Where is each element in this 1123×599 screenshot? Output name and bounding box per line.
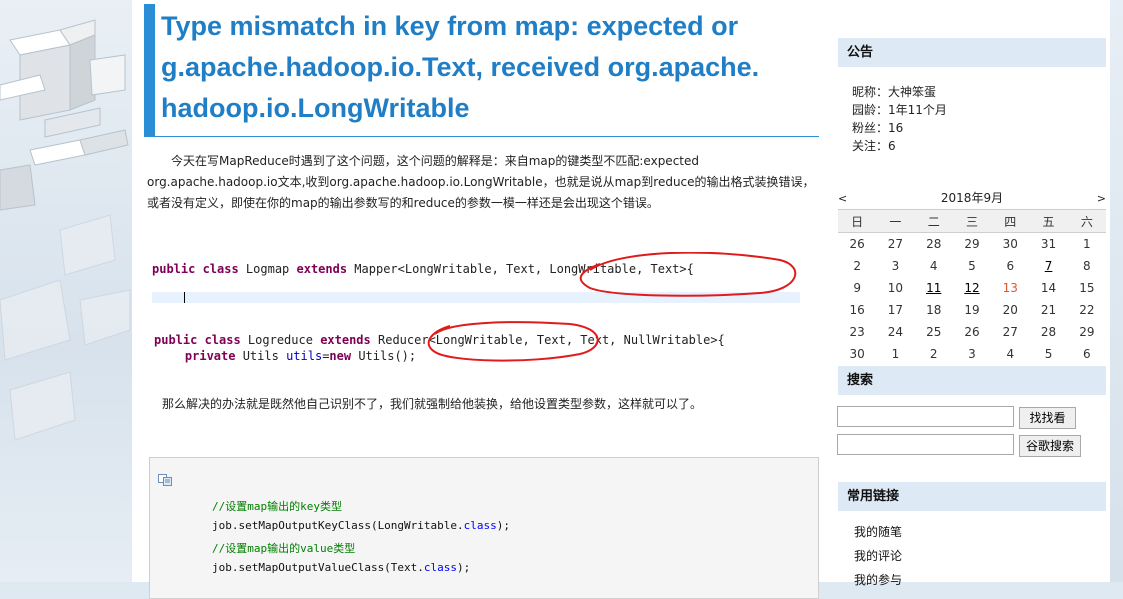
nickname-text[interactable]: 昵称：大神笨蛋 bbox=[852, 85, 936, 99]
calendar-weekday: 一 bbox=[876, 209, 915, 233]
calendar-day: 26 bbox=[849, 237, 865, 251]
profile-nickname: 昵称：大神笨蛋 bbox=[852, 83, 936, 101]
calendar-week-row: 9 10 11 12 13 14 15 bbox=[838, 277, 1106, 299]
calendar-day: 3 bbox=[968, 347, 976, 361]
code-block: //设置map输出的key类型 job.setMapOutputKeyClass… bbox=[149, 457, 819, 599]
link-my-comments[interactable]: 我的评论 bbox=[854, 547, 902, 564]
calendar-day: 9 bbox=[853, 281, 861, 295]
calendar-week-row: 23 24 25 26 27 28 29 bbox=[838, 321, 1106, 343]
calendar-today: 13 bbox=[1002, 281, 1018, 295]
post-paragraph-1: 今天在写MapReduce时遇到了这个问题，这个问题的解释是：来自map的键类型… bbox=[147, 154, 815, 210]
calendar-grid: 日一二三四五六 26 27 28 29 30 31 1 2 3 4 5 6 7 8 9 10 11 12 13 14 1… bbox=[838, 209, 1106, 365]
profile-age: 园龄：1年11个月 bbox=[852, 103, 947, 117]
search-heading: 搜索 bbox=[838, 366, 1106, 395]
post-title-link[interactable]: Type mismatch in key from map: expected … bbox=[161, 6, 761, 129]
calendar-day: 17 bbox=[887, 303, 904, 317]
google-search-button[interactable]: 谷歌搜索 bbox=[1019, 435, 1081, 457]
calendar-day: 30 bbox=[849, 347, 865, 361]
link-my-participation[interactable]: 我的参与 bbox=[854, 571, 902, 588]
calendar-weekday: 六 bbox=[1067, 209, 1106, 233]
calendar-day: 1 bbox=[1083, 237, 1091, 251]
calendar-day: 5 bbox=[968, 259, 976, 273]
calendar-weekday: 五 bbox=[1029, 209, 1068, 233]
notice-heading: 公告 bbox=[838, 38, 1106, 67]
calendar-day: 1 bbox=[891, 347, 900, 361]
code-line-1: job.setMapOutputKeyClass(LongWritable.cl… bbox=[212, 519, 511, 532]
calendar-day-link[interactable]: 11 bbox=[915, 277, 953, 299]
calendar-weekday: 日 bbox=[838, 209, 877, 233]
post-content: Type mismatch in key from map: expected … bbox=[132, 0, 832, 599]
calendar-week-row: 26 27 28 29 30 31 1 bbox=[838, 233, 1106, 256]
calendar-day: 22 bbox=[1079, 303, 1095, 317]
code-screenshot-image: public class Logmap extends Mapper<LongW… bbox=[150, 252, 800, 377]
calendar-day: 2 bbox=[853, 259, 861, 273]
calendar-day: 29 bbox=[964, 237, 980, 251]
calendar-day-link[interactable]: 12 bbox=[953, 277, 991, 299]
calendar-day: 26 bbox=[964, 325, 980, 339]
calendar-weekday: 四 bbox=[991, 209, 1030, 233]
profile-fans[interactable]: 粉丝：16 bbox=[852, 119, 903, 137]
code-comment-2: //设置map输出的value类型 bbox=[212, 542, 356, 555]
link-my-posts[interactable]: 我的随笔 bbox=[854, 523, 902, 540]
google-search-input[interactable] bbox=[837, 434, 1014, 455]
calendar-day: 23 bbox=[849, 325, 865, 339]
calendar-day: 3 bbox=[891, 259, 900, 273]
calendar-day-link[interactable]: 7 bbox=[1029, 255, 1067, 277]
sidebar: 公告 昵称：大神笨蛋 园龄：1年11个月 粉丝：16 关注：6 < 2018年9… bbox=[832, 0, 1110, 587]
calendar-day: 31 bbox=[1040, 237, 1057, 251]
calendar-day: 5 bbox=[1044, 347, 1053, 361]
calendar-day: 20 bbox=[1002, 303, 1018, 317]
calendar-day: 2 bbox=[929, 347, 938, 361]
calendar-week-row: 16 17 18 19 20 21 22 bbox=[838, 299, 1106, 321]
calendar-next-month-button[interactable]: > bbox=[1097, 188, 1106, 209]
calendar-weekday: 三 bbox=[952, 209, 992, 233]
copy-code-icon[interactable] bbox=[158, 474, 172, 486]
calendar-day: 29 bbox=[1079, 325, 1095, 339]
calendar-day: 6 bbox=[1006, 259, 1015, 273]
calendar-day: 19 bbox=[964, 303, 980, 317]
calendar-day: 28 bbox=[1040, 325, 1057, 339]
code-line-2: job.setMapOutputValueClass(Text.class); bbox=[212, 561, 471, 574]
calendar-week-row: 2 3 4 5 67 8 bbox=[838, 255, 1106, 277]
background-decoration-right bbox=[1110, 0, 1123, 582]
calendar-day: 10 bbox=[887, 281, 904, 295]
calendar-week-row: 30 1 2 3 4 5 6 bbox=[838, 343, 1106, 365]
calendar-day: 21 bbox=[1040, 303, 1057, 317]
calendar-day: 16 bbox=[849, 303, 865, 317]
post-paragraph-2: 那么解决的办法就是既然他自己识别不了，我们就强制给他装换，给他设置类型参数，这样… bbox=[162, 397, 703, 411]
calendar-day: 18 bbox=[926, 303, 942, 317]
calendar-day: 27 bbox=[887, 237, 904, 251]
red-circle-annotations bbox=[427, 252, 797, 362]
links-heading: 常用链接 bbox=[838, 482, 1106, 511]
calendar-day: 25 bbox=[926, 325, 942, 339]
background-decoration-left bbox=[0, 0, 132, 582]
calendar-day: 30 bbox=[1002, 237, 1018, 251]
calendar-day: 4 bbox=[1006, 347, 1015, 361]
calendar-day: 4 bbox=[929, 259, 938, 273]
search-input[interactable] bbox=[837, 406, 1014, 427]
calendar-prev-month-button[interactable]: < bbox=[838, 188, 847, 209]
calendar-day: 28 bbox=[926, 237, 942, 251]
calendar-day: 24 bbox=[887, 325, 904, 339]
code-comment-1: //设置map输出的key类型 bbox=[212, 500, 342, 513]
calendar-day: 14 bbox=[1040, 281, 1057, 295]
profile-follow[interactable]: 关注：6 bbox=[852, 137, 896, 155]
calendar-day: 27 bbox=[1002, 325, 1018, 339]
calendar-month-title: 2018年9月 bbox=[940, 191, 1004, 205]
cube-sculpture-image bbox=[0, 19, 131, 441]
calendar: < 2018年9月 > 日一二三四五六 26 27 28 29 30 31 1 2 3 4 5 6 7 8… bbox=[838, 188, 1106, 365]
calendar-day: 8 bbox=[1083, 259, 1091, 273]
search-button[interactable]: 找找看 bbox=[1019, 407, 1076, 429]
calendar-weekday: 二 bbox=[914, 209, 953, 233]
calendar-header: < 2018年9月 > bbox=[838, 188, 1106, 209]
calendar-day: 6 bbox=[1083, 347, 1091, 361]
post-title-block: Type mismatch in key from map: expected … bbox=[144, 4, 819, 137]
calendar-day: 15 bbox=[1079, 281, 1095, 295]
